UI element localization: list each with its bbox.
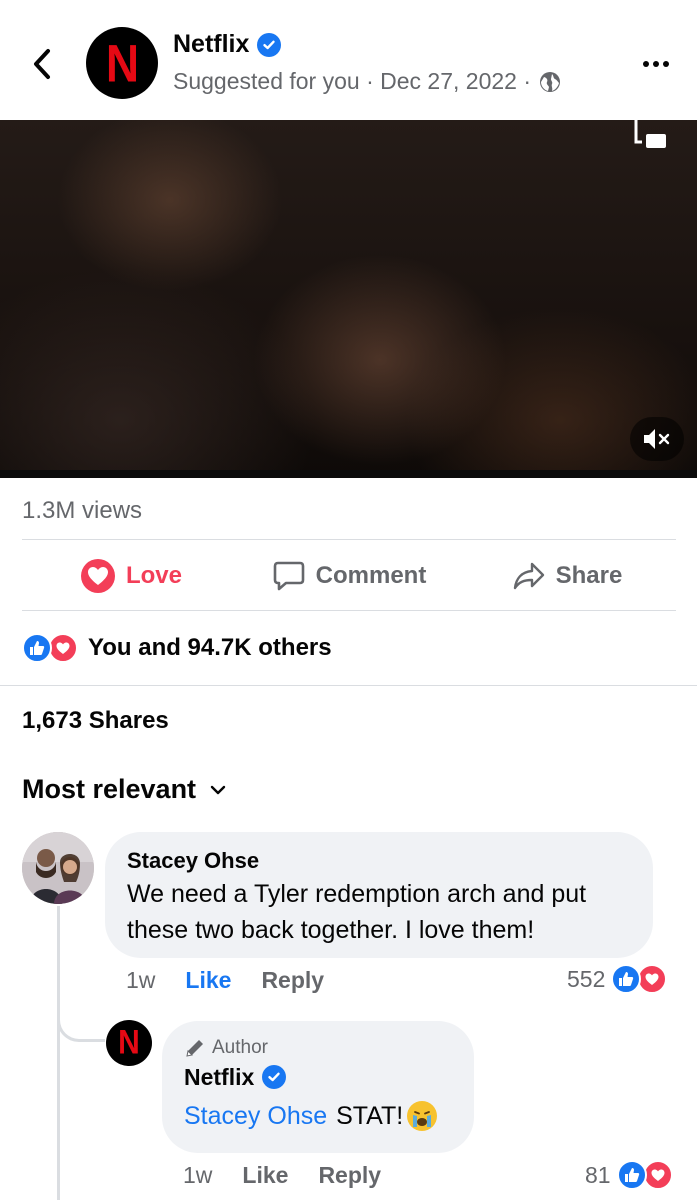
thread-connector — [57, 1000, 105, 1042]
more-dot — [663, 61, 669, 67]
reply-reply-button[interactable]: Reply — [318, 1162, 381, 1189]
comment-text: We need a Tyler redemption arch and put … — [127, 880, 587, 944]
comment-sort-dropdown[interactable]: Most relevant — [22, 774, 226, 805]
comment-label: Comment — [315, 562, 427, 589]
page-avatar[interactable]: N — [86, 27, 158, 99]
love-reaction-icon — [48, 633, 78, 663]
crying-emoji-icon — [407, 1101, 438, 1131]
reaction-icons — [22, 633, 78, 663]
like-reaction-icon — [22, 633, 52, 663]
comment-reply-button[interactable]: Reply — [261, 967, 324, 994]
comment-bubble: Stacey Ohse We need a Tyler redemption a… — [105, 832, 653, 958]
post-header: N Netflix Suggested for you · Dec 27, 20… — [0, 0, 697, 120]
reaction-icons — [611, 964, 668, 994]
video-player[interactable] — [0, 120, 697, 478]
more-options-button[interactable] — [636, 52, 676, 76]
more-dot — [643, 61, 649, 67]
reply-time: 1w — [183, 1162, 213, 1188]
muted-speaker-icon — [644, 429, 670, 449]
chevron-down-icon — [210, 785, 226, 794]
comment-time: 1w — [126, 967, 156, 993]
divider — [0, 685, 697, 686]
picture-in-picture-icon[interactable] — [630, 120, 670, 154]
page-name-label: Netflix — [173, 30, 250, 58]
share-label: Share — [555, 562, 623, 589]
action-bar: Love Comment Share — [22, 548, 676, 604]
pencil-icon — [186, 1040, 203, 1057]
netflix-logo: N — [118, 1023, 140, 1062]
shares-count[interactable]: 1,673 Shares — [22, 707, 169, 735]
author-badge: Author — [184, 1035, 452, 1061]
post-subtitle-text: Suggested for you · Dec 27, 2022 · — [173, 68, 531, 94]
video-progress-track — [0, 470, 697, 478]
comment-like-button[interactable]: Like — [185, 967, 231, 994]
page-name[interactable]: Netflix — [173, 30, 282, 59]
avatar[interactable] — [22, 832, 94, 904]
mute-button[interactable] — [630, 417, 684, 461]
post-subtitle: Suggested for you · Dec 27, 2022 · — [173, 68, 561, 95]
share-button[interactable]: Share — [458, 548, 676, 604]
more-dot — [653, 61, 659, 67]
reaction-icons — [616, 1160, 673, 1190]
comment-meta: 1w Like Reply — [126, 967, 324, 994]
reply-reaction-count: 81 — [585, 1161, 611, 1188]
verified-badge-icon — [257, 32, 282, 57]
share-icon — [513, 562, 544, 590]
reply-reactions[interactable]: 81 — [585, 1160, 673, 1190]
thread-line — [57, 906, 60, 1200]
comment-reactions[interactable]: 552 — [567, 964, 668, 994]
love-reaction-icon — [637, 964, 668, 994]
netflix-logo: N — [105, 33, 139, 93]
video-frame — [0, 120, 697, 478]
reply-body: STAT! — [329, 1102, 404, 1130]
reply-author-label: Netflix — [184, 1064, 255, 1090]
back-button[interactable] — [26, 44, 58, 84]
back-arrow-icon — [34, 49, 50, 79]
verified-badge-icon — [262, 1065, 287, 1089]
reply-text: Stacey Ohse STAT! — [184, 1097, 452, 1135]
reactions-text: You and 94.7K others — [88, 634, 332, 661]
divider — [22, 539, 676, 540]
reply-like-button[interactable]: Like — [242, 1162, 288, 1189]
comment-button[interactable]: Comment — [240, 548, 458, 604]
reply-avatar[interactable]: N — [106, 1020, 152, 1066]
love-reaction-icon — [80, 559, 115, 593]
reactions-summary[interactable]: You and 94.7K others — [22, 633, 332, 663]
comment-reaction-count: 552 — [567, 965, 606, 992]
reply-author[interactable]: Netflix — [184, 1061, 452, 1093]
comment-icon — [273, 561, 304, 591]
globe-icon — [540, 71, 560, 92]
reply-bubble: Author Netflix Stacey Ohse STAT! — [162, 1021, 474, 1153]
love-label: Love — [125, 562, 182, 589]
author-badge-label: Author — [212, 1037, 268, 1058]
comment-author[interactable]: Stacey Ohse — [127, 846, 631, 876]
love-reaction-icon — [642, 1160, 673, 1190]
like-reaction-icon — [611, 964, 642, 994]
mention-link[interactable]: Stacey Ohse — [184, 1097, 327, 1135]
like-reaction-icon — [616, 1160, 647, 1190]
reply-meta: 1w Like Reply — [183, 1162, 381, 1189]
divider — [22, 610, 676, 611]
view-count: 1.3M views — [22, 497, 143, 524]
love-button[interactable]: Love — [22, 548, 240, 604]
sort-label: Most relevant — [22, 774, 197, 804]
